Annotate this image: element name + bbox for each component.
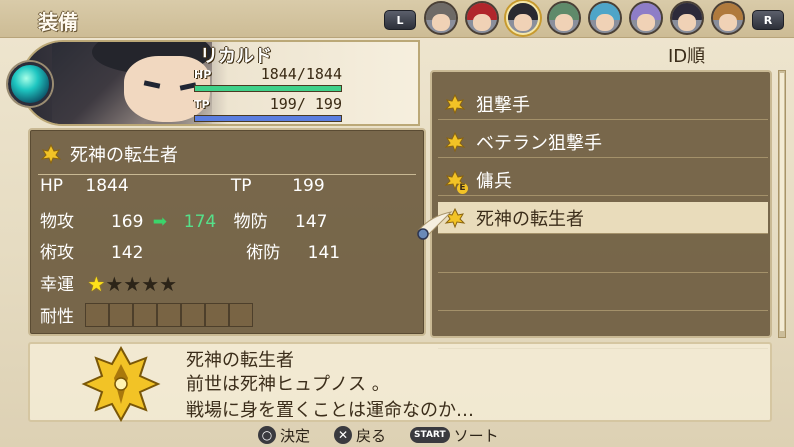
sort-label: ソート <box>453 426 499 445</box>
r-shoulder-button[interactable]: R <box>752 10 784 30</box>
title-list-item[interactable]: 死神の転生者 <box>438 202 768 234</box>
title-list-item-label: 死神の転生者 <box>476 208 584 230</box>
equipped-marker: E <box>457 182 468 194</box>
star-empty-icon: ★ <box>141 272 160 296</box>
party-member-5-portrait[interactable] <box>588 1 622 35</box>
button-hints: ○ 決定 ✕ 戻る START ソート <box>258 425 515 445</box>
luck-rating: ★★★★★ <box>87 274 177 296</box>
party-member-4-portrait[interactable] <box>547 1 581 35</box>
title-crest-icon <box>81 345 161 423</box>
stat-change-arrow-icon: ➡ <box>152 212 167 232</box>
top-bar: 装備 L R <box>0 0 794 38</box>
matk-value: 142 <box>110 243 144 263</box>
confirm-label: 決定 <box>280 426 311 445</box>
party-member-2-portrait[interactable] <box>465 1 499 35</box>
scrollbar-thumb[interactable] <box>780 73 784 331</box>
party-member-1-portrait[interactable] <box>424 1 458 35</box>
party-member-7-portrait[interactable] <box>670 1 704 35</box>
patk-label: 物攻 <box>40 212 74 232</box>
patk-value: 169 <box>110 212 144 232</box>
tp-stat-value: 199 <box>292 176 325 196</box>
scrollbar[interactable] <box>778 70 786 338</box>
mdef-value: 141 <box>307 243 341 263</box>
luck-label: 幸運 <box>40 275 74 295</box>
description-title: 死神の転生者 <box>186 350 294 371</box>
party-member-3-portrait[interactable] <box>506 1 540 35</box>
star-filled-icon: ★ <box>87 272 106 296</box>
description-line-2: 戦場に身を置くことは運命なのか… <box>186 400 474 421</box>
patk-new-value: 174 <box>183 212 217 232</box>
wind-resist-icon <box>157 302 182 327</box>
back-label: 戻る <box>356 426 387 445</box>
title-list-item-label: 傭兵 <box>476 170 512 192</box>
divider <box>38 174 416 175</box>
stats-panel: 死神の転生者 HP 1844 TP 199 物攻 169 ➡ 174 物防 14… <box>28 128 426 336</box>
pdef-label: 物防 <box>233 212 268 232</box>
hp-bar <box>194 85 342 92</box>
title-list-item[interactable]: 狙撃手 <box>438 88 768 120</box>
description-line-1: 前世は死神ヒュプノス 。 <box>186 374 390 395</box>
screen-title: 装備 <box>38 10 78 34</box>
pdef-value: 147 <box>295 212 328 232</box>
character-orb-icon <box>8 62 52 106</box>
water-resist-icon <box>109 302 134 327</box>
character-header: リカルド HP 1844/1844 TP 199/ 199 <box>0 38 420 128</box>
hp-bar-fill <box>195 86 341 91</box>
stat-title-name: 死神の転生者 <box>70 145 178 166</box>
thunder-resist-icon <box>181 302 206 327</box>
mdef-label: 術防 <box>246 243 281 263</box>
description-panel: 死神の転生者 前世は死神ヒュプノス 。 戦場に身を置くことは運命なのか… <box>28 342 772 423</box>
title-emblem-icon: E <box>444 169 468 194</box>
light-resist-icon <box>205 302 230 327</box>
title-emblem-icon <box>40 143 62 165</box>
hp-label: HP <box>194 68 212 81</box>
tp-label: TP <box>194 98 210 111</box>
star-empty-icon: ★ <box>159 272 178 296</box>
hp-value: 1844/1844 <box>260 65 342 83</box>
title-emblem-icon <box>444 131 466 153</box>
earth-resist-icon <box>133 302 158 327</box>
list-divider <box>438 272 768 273</box>
party-member-6-portrait[interactable] <box>629 1 663 35</box>
tp-bar <box>194 115 342 122</box>
hp-stat-value: 1844 <box>85 176 129 196</box>
cross-button-icon[interactable]: ✕ <box>334 426 353 444</box>
star-empty-icon: ★ <box>123 272 142 296</box>
dark-resist-icon <box>229 302 254 327</box>
selection-pointer-icon <box>417 211 453 240</box>
fire-resist-icon <box>85 302 110 327</box>
l-shoulder-button[interactable]: L <box>384 10 416 30</box>
party-member-8-portrait[interactable] <box>711 1 745 35</box>
matk-label: 術攻 <box>40 243 74 263</box>
sort-order-label[interactable]: ID順 <box>668 42 705 68</box>
title-list-item[interactable]: E 傭兵 <box>438 164 768 196</box>
tp-value: 199/ 199 <box>269 95 342 113</box>
title-emblem-icon <box>444 93 466 115</box>
start-button-icon[interactable]: START <box>410 427 450 443</box>
hp-stat-label: HP <box>40 176 64 196</box>
resist-label: 耐性 <box>40 307 74 327</box>
title-list-item-label: 狙撃手 <box>476 94 530 116</box>
resist-icons <box>85 302 254 332</box>
tp-stat-label: TP <box>230 176 252 196</box>
star-empty-icon: ★ <box>105 272 124 296</box>
title-list-item-label: ベテラン狙撃手 <box>476 132 602 154</box>
title-list: 狙撃手ベテラン狙撃手 E 傭兵死神の転生者 <box>430 70 772 349</box>
tp-bar-fill <box>195 116 341 121</box>
title-list-item[interactable]: ベテラン狙撃手 <box>438 126 768 158</box>
circle-button-icon[interactable]: ○ <box>258 426 276 444</box>
list-divider <box>438 310 768 311</box>
character-portrait <box>52 42 212 124</box>
